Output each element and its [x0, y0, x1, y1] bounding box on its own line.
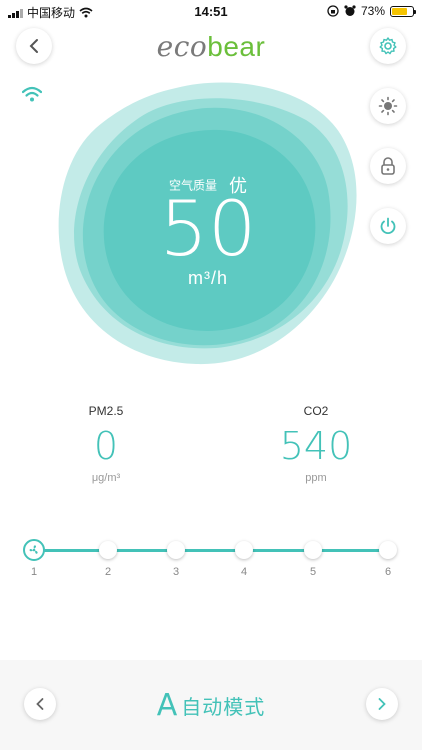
alarm-icon	[344, 5, 356, 16]
mode-display: A 自动模式	[0, 688, 422, 723]
speed-stop-5[interactable]	[304, 541, 322, 559]
wifi-icon	[21, 86, 43, 102]
battery-percent: 73%	[360, 4, 385, 18]
orientation-lock-icon	[327, 5, 339, 17]
pm25-value: 0	[93, 424, 119, 468]
airflow-value: 50	[159, 184, 257, 273]
speed-label-3: 3	[172, 566, 180, 578]
pm25-reading: PM2.5 0 μg/m³	[26, 404, 186, 484]
speed-label-4: 4	[240, 566, 248, 578]
pm25-label: PM2.5	[88, 404, 124, 418]
speed-stop-6[interactable]	[379, 541, 397, 559]
battery-icon	[390, 5, 416, 17]
speed-stop-4[interactable]	[235, 541, 253, 559]
settings-gear-icon	[379, 37, 397, 55]
auto-mode-icon: A	[156, 688, 178, 723]
speed-stop-2[interactable]	[99, 541, 117, 559]
co2-value: 540	[279, 424, 353, 468]
battery-fill	[392, 7, 407, 15]
speed-label-5: 5	[309, 566, 317, 578]
child-lock-button[interactable]	[370, 148, 406, 184]
speed-label-2: 2	[104, 566, 112, 578]
brightness-icon	[378, 96, 398, 116]
co2-reading: CO2 540 ppm	[236, 404, 396, 484]
status-right: 73%	[327, 4, 416, 18]
app-logo: ecobear	[0, 30, 422, 63]
chevron-right-icon	[378, 698, 386, 710]
settings-button[interactable]	[370, 28, 406, 64]
co2-label: CO2	[303, 404, 329, 418]
brightness-button[interactable]	[370, 88, 406, 124]
mode-next-button[interactable]	[366, 688, 398, 720]
speed-stop-3[interactable]	[167, 541, 185, 559]
slider-track	[34, 549, 388, 552]
fan-speed-slider[interactable]: 1 2 3 4 5 6	[20, 536, 404, 586]
device-wifi-indicator	[21, 86, 43, 107]
logo-bear: bear	[207, 31, 266, 62]
speed-label-6: 6	[384, 566, 392, 578]
mode-bar: A 自动模式	[0, 660, 422, 750]
pm25-unit: μg/m³	[91, 472, 121, 484]
logo-eco: eco	[156, 30, 208, 63]
speed-stop-1[interactable]	[23, 539, 45, 561]
airflow-unit: m³/h	[188, 268, 228, 288]
mode-label: 自动模式	[181, 697, 266, 719]
fan-icon	[29, 545, 38, 554]
power-icon	[380, 217, 396, 235]
lock-icon	[381, 157, 395, 175]
co2-unit: ppm	[305, 472, 327, 484]
air-quality-display: 空气质量优 50 m³/h	[56, 80, 360, 370]
speed-label-1: 1	[30, 566, 38, 578]
status-bar: 中国移动 14:51 73%	[0, 0, 422, 22]
power-button[interactable]	[370, 208, 406, 244]
